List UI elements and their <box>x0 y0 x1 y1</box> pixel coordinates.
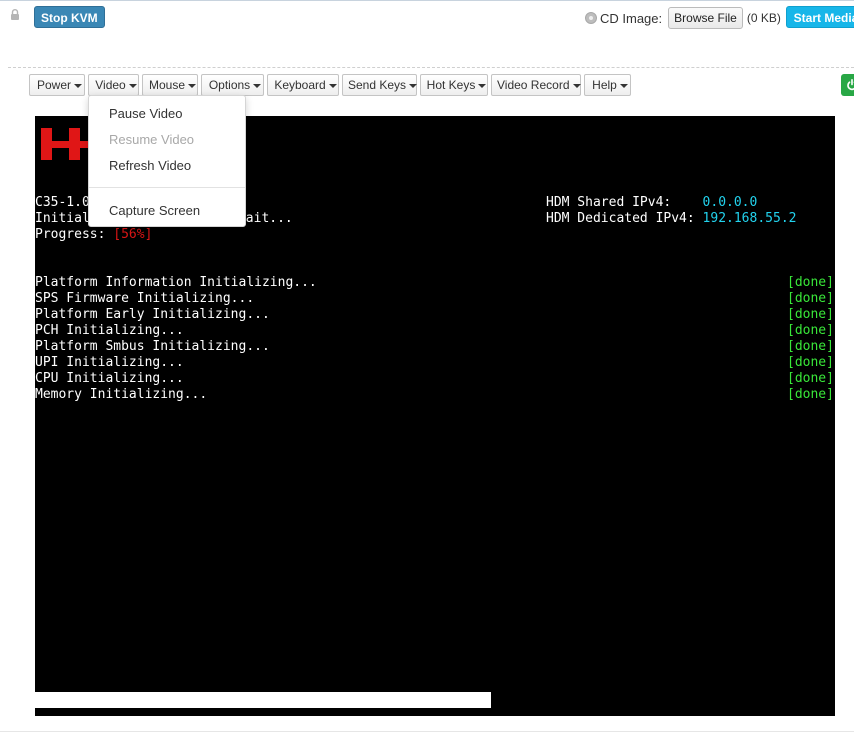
keyboard-menu-label: Keyboard <box>274 78 326 92</box>
power-menu-label: Power <box>36 78 71 92</box>
video-menu-button[interactable]: Video <box>88 74 139 96</box>
menu-item-pause-video[interactable]: Pause Video <box>109 105 183 123</box>
power-menu-button[interactable]: Power <box>29 74 85 96</box>
bottom-border <box>0 731 854 732</box>
cd-image-area: CD Image: Browse File (0 KB) <box>585 6 781 30</box>
init-status-done: [done] <box>787 371 834 386</box>
video-record-menu-label: Video Record <box>497 78 570 92</box>
lock-icon <box>11 9 19 20</box>
power-button[interactable] <box>841 74 854 96</box>
menu-item-resume-video: Resume Video <box>109 132 195 147</box>
init-line: CPU Initializing... <box>35 371 184 386</box>
menu-item-refresh-video[interactable]: Refresh Video <box>109 157 191 175</box>
progress-value: [56%] <box>113 227 153 242</box>
chevron-down-icon <box>409 83 418 88</box>
start-media-button[interactable]: Start Media <box>786 6 854 28</box>
video-dropdown-menu: Pause Video Resume Video Refresh Video C… <box>88 95 246 227</box>
chevron-down-icon <box>253 83 262 88</box>
chevron-down-icon <box>328 83 337 88</box>
mouse-menu-button[interactable]: Mouse <box>142 74 198 96</box>
hot-keys-menu-label: Hot Keys <box>426 78 476 92</box>
mouse-menu-label: Mouse <box>148 78 186 92</box>
stop-kvm-button[interactable]: Stop KVM <box>34 6 105 28</box>
divider <box>8 67 854 68</box>
help-menu-label: Help <box>592 78 617 92</box>
chevron-down-icon <box>74 83 82 88</box>
init-status-done: [done] <box>787 339 834 354</box>
cd-icon <box>585 12 597 24</box>
init-status-done: [done] <box>787 291 834 306</box>
chevron-down-icon <box>188 83 197 88</box>
init-line: Platform Early Initializing... <box>35 307 270 322</box>
send-keys-menu-label: Send Keys <box>348 78 407 92</box>
menu-divider <box>89 187 245 188</box>
video-menu-label: Video <box>95 78 126 92</box>
options-menu-button[interactable]: Options <box>201 74 264 96</box>
send-keys-menu-button[interactable]: Send Keys <box>342 74 418 96</box>
init-line: PCH Initializing... <box>35 323 184 338</box>
chevron-down-icon <box>128 83 137 88</box>
browse-file-button[interactable]: Browse File <box>668 7 743 29</box>
hdm-shared-ip: HDM Shared IPv4: 0.0.0.0 <box>546 195 758 210</box>
init-line: Memory Initializing... <box>35 387 208 402</box>
boot-progress-bar <box>35 692 491 708</box>
chevron-down-icon <box>572 83 581 88</box>
cd-image-label: CD Image: <box>600 10 663 26</box>
top-border <box>0 0 854 1</box>
init-line: Platform Smbus Initializing... <box>35 339 270 354</box>
keyboard-menu-button[interactable]: Keyboard <box>267 74 339 96</box>
init-status-done: [done] <box>787 307 834 322</box>
init-status-done: [done] <box>787 323 834 338</box>
hdm-dedicated-ip: HDM Dedicated IPv4: 192.168.55.2 <box>546 211 797 226</box>
init-status-done: [done] <box>787 387 834 402</box>
help-menu-button[interactable]: Help <box>584 74 631 96</box>
video-record-menu-button[interactable]: Video Record <box>491 74 581 96</box>
vendor-logo <box>41 128 91 160</box>
init-line: SPS Firmware Initializing... <box>35 291 255 306</box>
init-status-done: [done] <box>787 275 834 290</box>
options-menu-label: Options <box>208 78 251 92</box>
init-line: UPI Initializing... <box>35 355 184 370</box>
init-line: Platform Information Initializing... <box>35 275 317 290</box>
chevron-down-icon <box>619 83 628 88</box>
init-status-done: [done] <box>787 355 834 370</box>
hot-keys-menu-button[interactable]: Hot Keys <box>420 74 488 96</box>
power-icon <box>847 79 854 91</box>
console-progress: Progress: [56%] <box>35 227 153 242</box>
chevron-down-icon <box>478 83 487 88</box>
file-size-label: (0 KB) <box>746 11 781 25</box>
menu-item-capture-screen[interactable]: Capture Screen <box>109 202 200 220</box>
